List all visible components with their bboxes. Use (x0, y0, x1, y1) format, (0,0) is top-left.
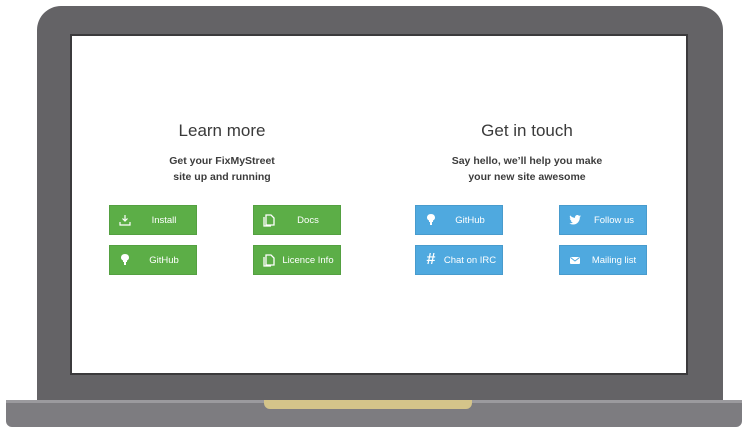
github-button-touch[interactable]: GitHub (415, 205, 503, 235)
mailing-list-button[interactable]: Mailing list (559, 245, 647, 275)
follow-us-button[interactable]: Follow us (559, 205, 647, 235)
learn-more-subtitle: Get your FixMyStreet site up and running (92, 153, 352, 185)
hash-icon: # (426, 251, 436, 268)
github-button-learn-label: GitHub (149, 254, 179, 266)
follow-us-button-label: Follow us (593, 214, 635, 226)
get-in-touch-title: Get in touch (481, 121, 573, 140)
docs-button[interactable]: Docs (253, 205, 341, 235)
install-button[interactable]: Install (109, 205, 197, 235)
get-in-touch-subtitle-line1: Say hello, we’ll help you make (451, 155, 603, 167)
document-icon (262, 253, 276, 267)
docs-button-label: Docs (297, 214, 319, 226)
download-icon (118, 213, 132, 227)
learn-more-subtitle-line2: site up and running (173, 171, 271, 183)
laptop-hinge (264, 400, 472, 409)
laptop-screen: Learn more Get your FixMyStreet site up … (70, 34, 688, 375)
chat-on-irc-button[interactable]: # Chat on IRC (415, 245, 503, 275)
github-button-learn[interactable]: GitHub (109, 245, 197, 275)
learn-more-subtitle-line1: Get your FixMyStreet (169, 155, 275, 167)
learn-more-section: Learn more Get your FixMyStreet site up … (92, 121, 352, 185)
get-in-touch-subtitle: Say hello, we’ll help you make your new … (397, 153, 657, 185)
get-in-touch-subtitle-line2: your new site awesome (468, 171, 586, 183)
document-icon (262, 213, 276, 227)
chat-on-irc-button-label: Chat on IRC (443, 254, 497, 266)
mail-icon (568, 253, 582, 267)
get-in-touch-section: Get in touch Say hello, we’ll help you m… (397, 121, 657, 185)
github-icon (118, 253, 132, 267)
twitter-icon (568, 213, 582, 227)
licence-info-button-label: Licence Info (282, 254, 334, 266)
github-button-touch-label: GitHub (455, 214, 485, 226)
install-button-label: Install (151, 214, 177, 226)
mailing-list-button-label: Mailing list (591, 254, 637, 266)
github-icon (424, 213, 438, 227)
licence-info-button[interactable]: Licence Info (253, 245, 341, 275)
learn-more-title: Learn more (178, 121, 266, 140)
